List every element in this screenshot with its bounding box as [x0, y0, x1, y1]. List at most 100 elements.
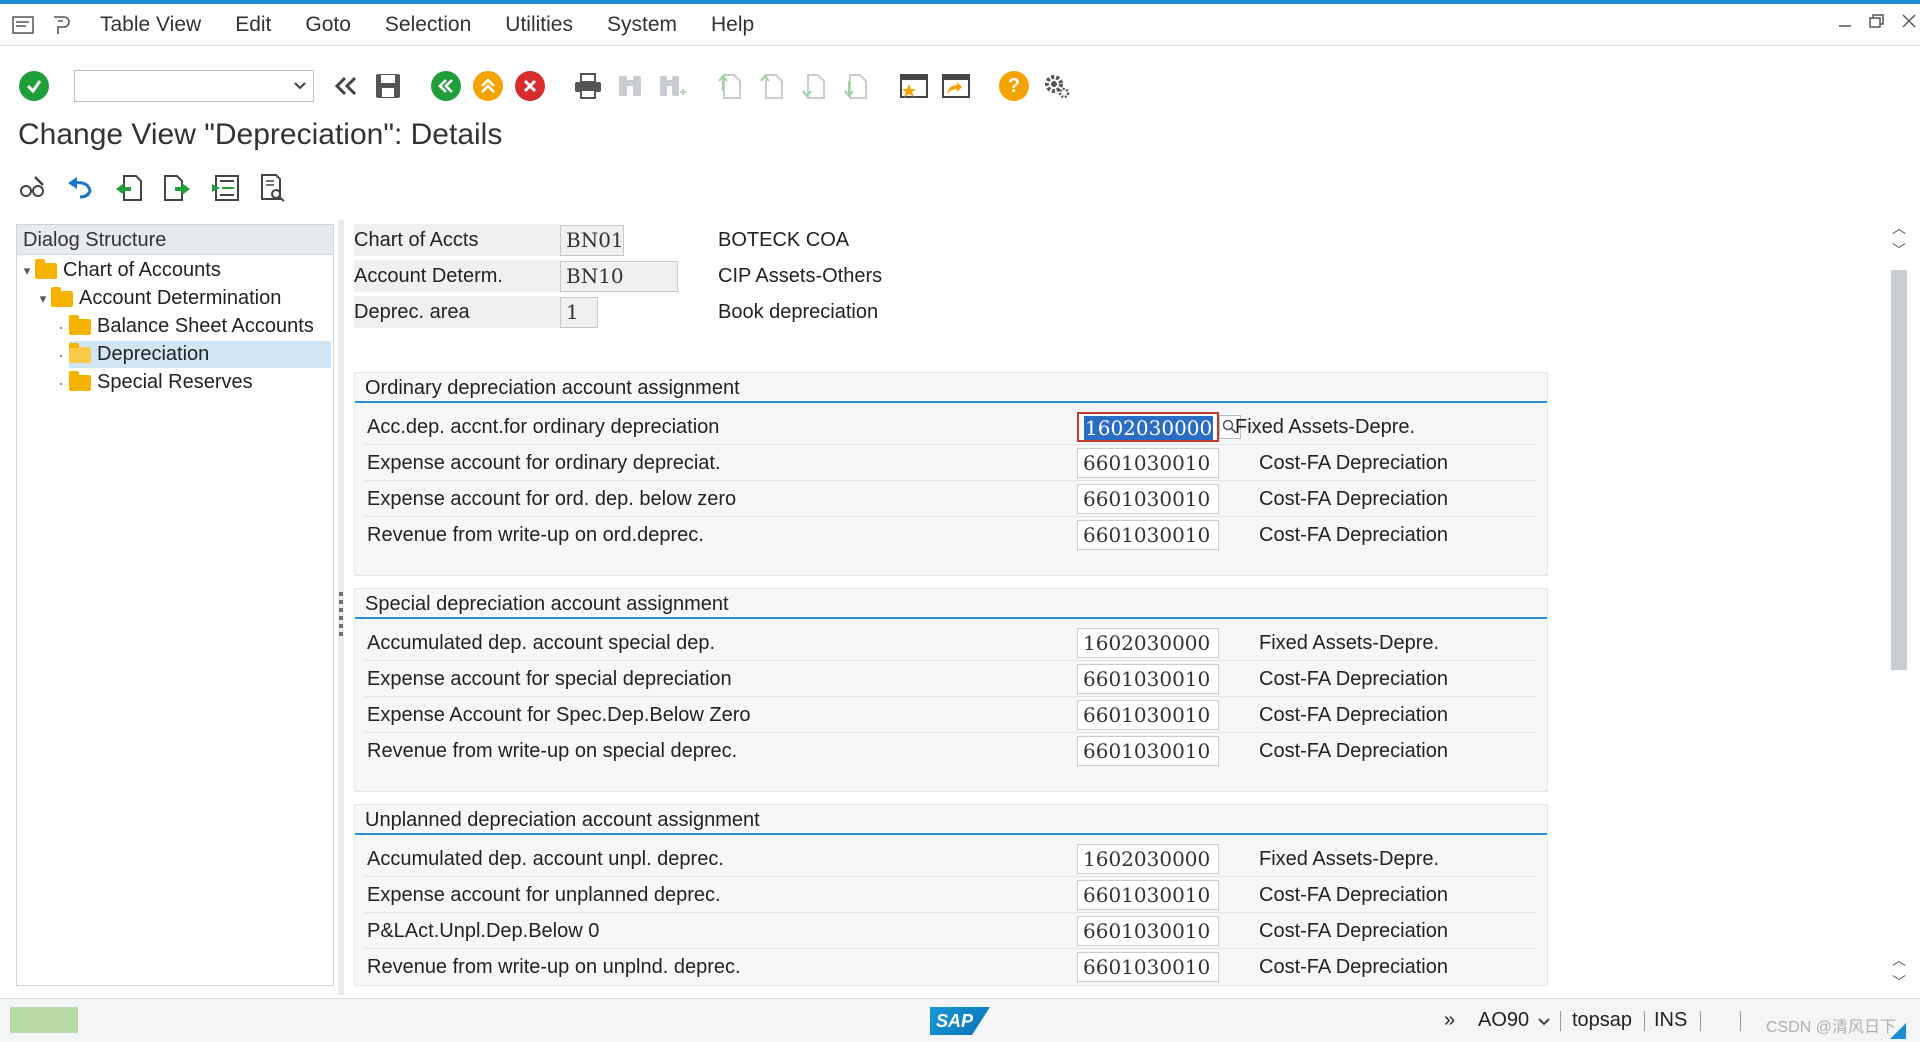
- revenue-write-up-ordinary-input[interactable]: 6601030010: [1077, 520, 1219, 550]
- pl-unplanned-below-zero-input[interactable]: 6601030010: [1077, 916, 1219, 946]
- save-button[interactable]: [370, 68, 406, 104]
- next-entry-button[interactable]: [160, 171, 194, 205]
- chevron-down-icon[interactable]: [1538, 1017, 1550, 1027]
- menu-selection[interactable]: Selection: [385, 13, 471, 37]
- resize-grip-icon[interactable]: [1890, 1023, 1906, 1039]
- standard-toolbar: ?: [0, 58, 1920, 114]
- scroll-down-arrow-icon[interactable]: ﹀: [1888, 240, 1910, 260]
- status-indicator: [10, 1007, 78, 1033]
- menu-table-view[interactable]: Table View: [100, 13, 201, 37]
- scroll-up-arrow-icon[interactable]: ︿: [1888, 218, 1910, 238]
- splitter-grip-icon: [339, 592, 343, 638]
- tree-bullet-icon: ·: [58, 372, 64, 393]
- menu-system[interactable]: System: [607, 13, 677, 37]
- variable-list-button[interactable]: [208, 171, 242, 205]
- open-folder-icon: [69, 342, 91, 363]
- menu-utilities[interactable]: Utilities: [505, 13, 573, 37]
- next-page-icon: [802, 74, 825, 99]
- expense-special-input[interactable]: 6601030010: [1077, 664, 1219, 694]
- command-field[interactable]: [74, 70, 314, 102]
- collapse-command-field-button[interactable]: [328, 68, 364, 104]
- field-description: Cost-FA Depreciation: [1259, 740, 1448, 762]
- status-separator: [1560, 1011, 1561, 1031]
- tree-node-depreciation[interactable]: · Depreciation: [53, 341, 331, 368]
- field-row: Expense Account for Spec.Dep.Below Zero …: [365, 697, 1537, 733]
- vertical-scrollbar[interactable]: ︿ ﹀ ︿ ﹀: [1888, 214, 1910, 996]
- scrollbar-thumb[interactable]: [1891, 270, 1907, 670]
- field-description: Cost-FA Depreciation: [1259, 488, 1448, 510]
- double-chevron-left-icon: [334, 76, 357, 96]
- status-separator: [1700, 1011, 1701, 1031]
- expense-unplanned-input[interactable]: 6601030010: [1077, 880, 1219, 910]
- previous-entry-button[interactable]: [112, 171, 146, 205]
- dialog-structure-header: Dialog Structure: [17, 225, 333, 255]
- minimize-icon[interactable]: [1834, 10, 1856, 32]
- find-button[interactable]: [612, 68, 648, 104]
- chevron-down-icon[interactable]: ▾: [35, 291, 51, 307]
- server-name: topsap: [1572, 1009, 1633, 1031]
- printer-icon: [575, 73, 601, 99]
- field-label: Expense account for special depreciation: [367, 668, 732, 690]
- revenue-write-up-unplanned-input[interactable]: 6601030010: [1077, 952, 1219, 982]
- field-label: Account Determ.: [354, 260, 560, 293]
- special-depreciation-group: Special depreciation account assignment …: [354, 588, 1548, 792]
- chart-of-accounts-field[interactable]: BN01: [560, 225, 624, 256]
- tree-node-account-determination[interactable]: ▾ Account Determination: [35, 285, 281, 312]
- help-button[interactable]: ?: [996, 68, 1032, 104]
- tree-node-chart-of-accounts[interactable]: ▾ Chart of Accounts: [19, 257, 221, 284]
- menu-help[interactable]: Help: [711, 13, 754, 37]
- transaction-code[interactable]: AO90: [1478, 1009, 1529, 1032]
- where-used-list-button[interactable]: [256, 171, 290, 205]
- back-button[interactable]: [428, 68, 464, 104]
- restore-icon[interactable]: [1866, 10, 1888, 32]
- last-page-button[interactable]: [838, 68, 874, 104]
- menu-goto[interactable]: Goto: [305, 13, 351, 37]
- application-toolbar: [16, 166, 290, 210]
- undo-button[interactable]: [64, 171, 98, 205]
- generate-shortcut-button[interactable]: [938, 68, 974, 104]
- field-row: P&LAct.Unpl.Dep.Below 0 6601030010 Cost-…: [365, 913, 1537, 949]
- sap-menu-icon[interactable]: [46, 10, 76, 40]
- scroll-up-arrow-icon[interactable]: ︿: [1888, 950, 1910, 970]
- tree-node-label: Chart of Accounts: [63, 259, 221, 281]
- cancel-button[interactable]: [512, 68, 548, 104]
- tree-node-balance-sheet-accounts[interactable]: · Balance Sheet Accounts: [53, 313, 314, 340]
- back-icon: [431, 71, 461, 101]
- acc-dep-special-input[interactable]: 1602030000: [1077, 628, 1219, 658]
- customize-layout-button[interactable]: [1038, 68, 1074, 104]
- acc-dep-ordinary-input[interactable]: 1602030000: [1077, 412, 1219, 442]
- exit-button[interactable]: [470, 68, 506, 104]
- header-row-depreciation-area: Deprec. area 1 Book depreciation: [354, 296, 878, 329]
- print-button[interactable]: [570, 68, 606, 104]
- status-expand-icon[interactable]: »: [1444, 1009, 1455, 1032]
- expense-ordinary-below-zero-input[interactable]: 6601030010: [1077, 484, 1219, 514]
- account-determination-field[interactable]: BN10: [560, 261, 678, 292]
- expense-special-below-zero-input[interactable]: 6601030010: [1077, 700, 1219, 730]
- acc-dep-unplanned-input[interactable]: 1602030000: [1077, 844, 1219, 874]
- insert-mode[interactable]: INS: [1654, 1009, 1687, 1032]
- help-icon: ?: [999, 71, 1029, 101]
- field-description: Cost-FA Depreciation: [1259, 668, 1448, 690]
- undo-icon: [68, 177, 92, 199]
- tree-node-label: Special Reserves: [97, 371, 253, 393]
- tree-node-special-reserves[interactable]: · Special Reserves: [53, 369, 253, 396]
- close-window-icon[interactable]: [1898, 10, 1920, 32]
- menu-list-icon[interactable]: [8, 10, 38, 40]
- find-next-button[interactable]: [654, 68, 690, 104]
- tree-node-label: Depreciation: [97, 343, 210, 365]
- enter-button[interactable]: [16, 68, 52, 104]
- expense-ordinary-input[interactable]: 6601030010: [1077, 448, 1219, 478]
- previous-page-button[interactable]: [754, 68, 790, 104]
- selected-value-text: 1602030000: [1084, 416, 1214, 440]
- display-change-button[interactable]: [16, 171, 50, 205]
- revenue-write-up-special-input[interactable]: 6601030010: [1077, 736, 1219, 766]
- menu-edit[interactable]: Edit: [235, 13, 271, 37]
- folder-icon: [35, 258, 57, 279]
- depreciation-area-field[interactable]: 1: [560, 297, 598, 328]
- first-page-button[interactable]: [712, 68, 748, 104]
- chevron-down-icon[interactable]: ▾: [19, 263, 35, 279]
- next-page-button[interactable]: [796, 68, 832, 104]
- scroll-down-arrow-icon[interactable]: ﹀: [1888, 972, 1910, 992]
- create-session-button[interactable]: [896, 68, 932, 104]
- field-description: Cost-FA Depreciation: [1259, 524, 1448, 546]
